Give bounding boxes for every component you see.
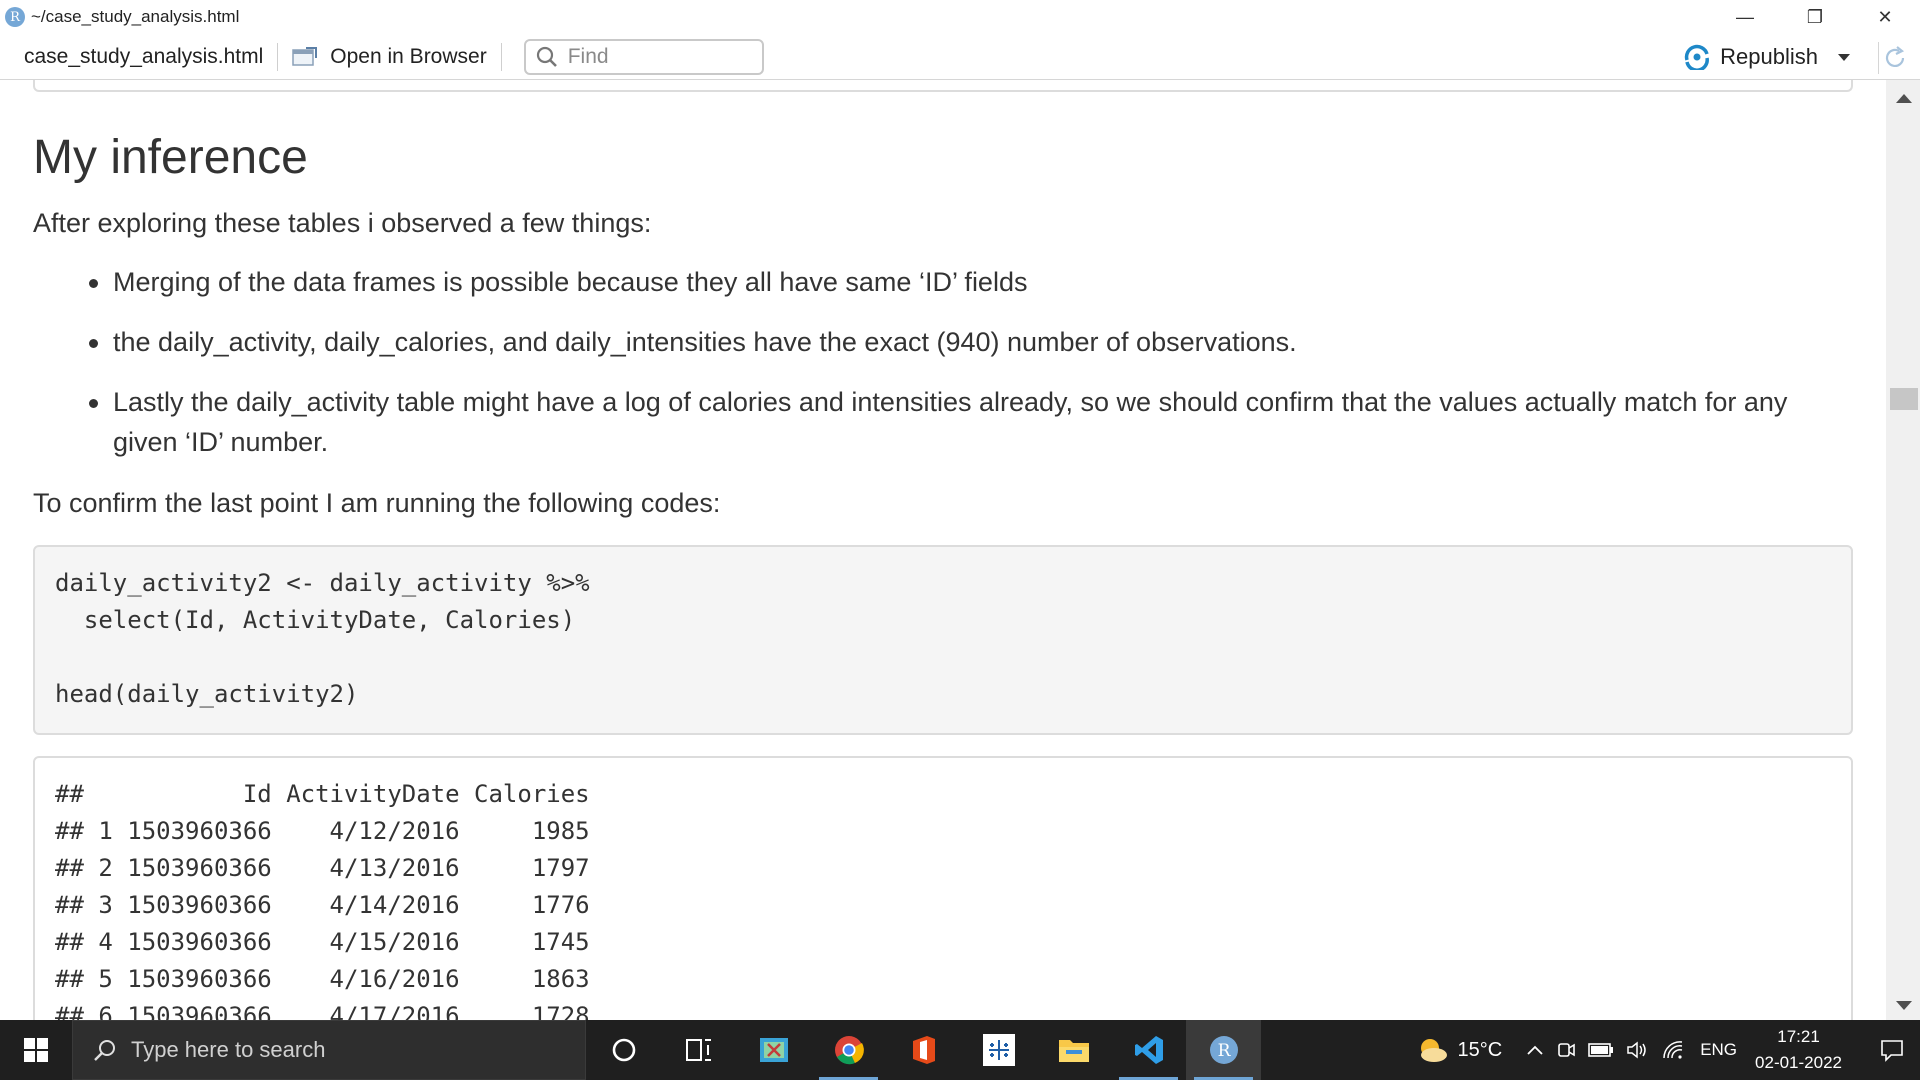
taskbar-search[interactable]: Type here to search <box>72 1020 586 1080</box>
title-bar: R ~/case_study_analysis.html — ❐ ✕ <box>0 0 1920 34</box>
list-item: the daily_activity, daily_calories, and … <box>89 322 1853 362</box>
start-button[interactable] <box>0 1020 72 1080</box>
republish-button[interactable]: Republish <box>1682 38 1850 76</box>
r-code: daily_activity2 <- daily_activity %>% se… <box>55 569 590 708</box>
confirm-paragraph: To confirm the last point I am running t… <box>33 488 721 518</box>
observations-list: Merging of the data frames is possible b… <box>89 262 1853 482</box>
cortana-button[interactable] <box>586 1020 661 1080</box>
vscode-icon <box>1134 1036 1163 1064</box>
task-view-icon <box>685 1039 711 1061</box>
close-button[interactable]: ✕ <box>1850 0 1920 34</box>
notification-icon <box>1881 1040 1903 1062</box>
system-clock[interactable]: 17:21 02-01-2022 <box>1755 1024 1842 1076</box>
open-in-browser-label: Open in Browser <box>330 44 487 68</box>
volume-icon[interactable] <box>1626 1040 1650 1060</box>
file-name-label: case_study_analysis.html <box>24 44 264 68</box>
refresh-button[interactable] <box>1878 42 1910 74</box>
task-view-button[interactable] <box>661 1020 736 1080</box>
document-viewport: My inference After exploring these table… <box>0 80 1886 1020</box>
section-heading: My inference <box>33 131 308 184</box>
partly-cloudy-icon <box>1420 1039 1447 1062</box>
taskbar-search-placeholder: Type here to search <box>131 1037 326 1062</box>
code-chunk: daily_activity2 <- daily_activity %>% se… <box>33 545 1853 735</box>
r-app-icon: R <box>5 7 25 27</box>
taskbar-app-tableau[interactable] <box>961 1020 1036 1080</box>
publish-icon <box>1684 44 1710 70</box>
republish-label: Republish <box>1720 44 1818 69</box>
list-item: Lastly the daily_activity table might ha… <box>89 382 1853 462</box>
toolbar-divider <box>500 42 502 71</box>
clock-time: 17:21 <box>1777 1027 1820 1046</box>
taskbar-app-file-explorer[interactable] <box>1036 1020 1111 1080</box>
svg-text:R: R <box>1217 1041 1231 1061</box>
chrome-icon <box>834 1036 864 1065</box>
viewer-toolbar: case_study_analysis.html Open in Browser… <box>0 34 1920 80</box>
temperature-label: 15°C <box>1457 1038 1503 1061</box>
language-indicator[interactable]: ENG <box>1700 1040 1737 1060</box>
taskbar-app-office[interactable] <box>886 1020 961 1080</box>
battery-icon[interactable] <box>1588 1043 1614 1057</box>
snipping-tool-icon <box>759 1038 788 1062</box>
refresh-icon <box>1885 46 1904 67</box>
clock-date: 02-01-2022 <box>1755 1053 1842 1072</box>
find-input[interactable] <box>567 44 748 69</box>
office-icon <box>912 1036 935 1064</box>
weather-widget[interactable]: 15°C <box>1416 1036 1503 1064</box>
wifi-icon[interactable] <box>1662 1040 1684 1060</box>
taskbar-app-rstudio[interactable]: R <box>1186 1020 1261 1080</box>
window-title: ~/case_study_analysis.html <box>31 7 240 26</box>
minimize-button[interactable]: — <box>1710 0 1780 34</box>
chevron-down-icon[interactable] <box>1838 53 1850 61</box>
find-field[interactable] <box>523 38 764 75</box>
output-chunk: ## Id ActivityDate Calories ## 1 1503960… <box>33 756 1853 1020</box>
r-app-icon: R <box>1209 1036 1238 1064</box>
list-item: Merging of the data frames is possible b… <box>89 262 1853 302</box>
previous-output-block <box>33 80 1853 92</box>
chevron-up-icon[interactable] <box>1526 1044 1544 1056</box>
scrollbar-thumb[interactable] <box>1890 388 1918 410</box>
system-tray: 15°C ENG 17:21 02-01-2022 <box>1416 1020 1920 1080</box>
window-controls: — ❐ ✕ <box>1710 0 1920 34</box>
tableau-icon <box>982 1034 1015 1066</box>
taskbar-app-chrome[interactable] <box>811 1020 886 1080</box>
folder-icon <box>1058 1040 1089 1062</box>
taskbar-app-vscode[interactable] <box>1111 1020 1186 1080</box>
r-output: ## Id ActivityDate Calories ## 1 1503960… <box>55 780 590 1020</box>
search-icon <box>536 46 557 67</box>
restore-button[interactable]: ❐ <box>1780 0 1850 34</box>
meet-now-icon[interactable] <box>1556 1040 1576 1060</box>
browser-window-icon <box>292 46 318 66</box>
intro-paragraph: After exploring these tables i observed … <box>33 208 652 238</box>
windows-logo-icon <box>24 1038 48 1062</box>
scroll-down-arrow-icon[interactable] <box>1896 1001 1912 1010</box>
notification-center-button[interactable] <box>1864 1020 1920 1080</box>
vertical-scrollbar[interactable] <box>1886 80 1920 1020</box>
toolbar-divider <box>277 42 279 71</box>
scroll-up-arrow-icon[interactable] <box>1896 94 1912 103</box>
taskbar-app-snipping[interactable] <box>736 1020 811 1080</box>
open-in-browser-button[interactable]: Open in Browser <box>292 44 487 69</box>
windows-taskbar: Type here to search R 15°C ENG 17:21 02-… <box>0 1020 1920 1080</box>
search-icon <box>94 1040 115 1061</box>
cortana-circle-icon <box>612 1038 635 1062</box>
